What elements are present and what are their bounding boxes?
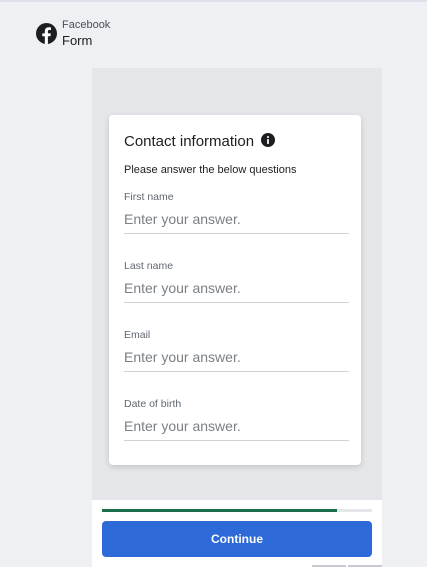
email-input[interactable] [124,349,349,372]
last-name-field: Last name [124,260,349,303]
last-name-label: Last name [124,260,174,272]
progress-bar-fill [102,509,337,512]
top-divider [0,0,427,2]
date-of-birth-input[interactable] [124,418,349,441]
form-header: Facebook Form [36,18,110,48]
last-name-input[interactable] [124,280,349,303]
header-brand: Facebook [62,19,111,31]
email-label: Email [124,329,151,341]
header-title: Form [62,33,93,48]
first-name-field: First name [124,191,349,234]
date-of-birth-field: Date of birth [124,398,349,441]
date-of-birth-label: Date of birth [124,398,182,410]
header-text: Facebook Form [62,18,110,48]
facebook-logo-icon [36,22,57,44]
contact-form-card: Contact information Please answer the be… [109,115,361,465]
info-icon[interactable] [261,132,276,147]
card-title-row: Contact information [124,132,276,150]
progress-bar [102,509,372,512]
first-name-input[interactable] [124,211,349,234]
card-subtitle: Please answer the below questions [124,164,297,176]
card-title: Contact information [124,133,255,150]
continue-button[interactable]: Continue [102,521,372,557]
first-name-label: First name [124,191,174,203]
form-footer: Continue [92,500,382,567]
email-field: Email [124,329,349,372]
